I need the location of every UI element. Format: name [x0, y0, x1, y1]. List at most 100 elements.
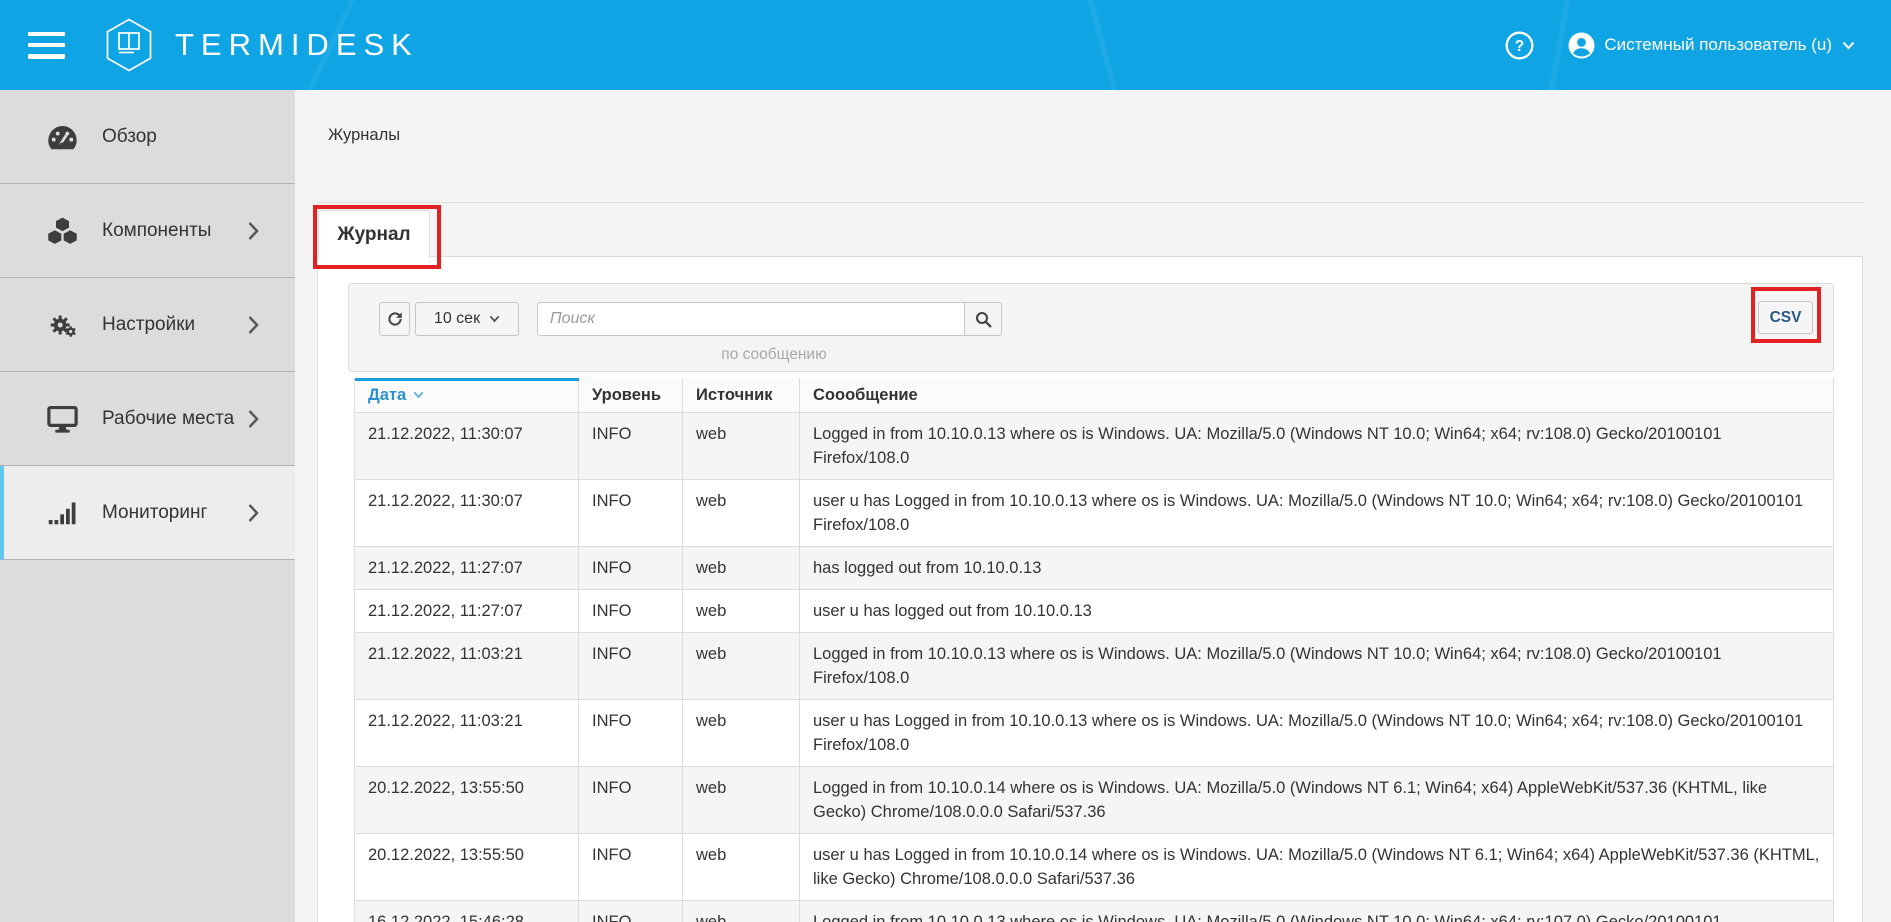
user-menu[interactable]: Системный пользователь (u) [1568, 32, 1855, 59]
log-source: web [683, 901, 800, 922]
log-message: Logged in from 10.10.0.13 where os is Wi… [800, 413, 1833, 479]
sidebar-item-label: Мониторинг [102, 502, 207, 524]
table-row: 21.12.2022, 11:03:21 INFO web Logged in … [355, 633, 1833, 700]
brand-wordmark: TERMIDESK [175, 27, 419, 63]
user-avatar-icon [1568, 32, 1595, 59]
table-row: 21.12.2022, 11:27:07 INFO web user u has… [355, 590, 1833, 633]
termidesk-logo-icon [105, 18, 153, 72]
sidebar-item-settings[interactable]: Настройки [0, 278, 295, 372]
log-message: Logged in from 10.10.0.14 where os is Wi… [800, 767, 1833, 833]
log-date: 20.12.2022, 13:55:50 [355, 834, 579, 900]
sidebar: Обзор Компоненты [0, 90, 295, 922]
table-row: 21.12.2022, 11:30:07 INFO web user u has… [355, 480, 1833, 547]
search-input[interactable] [537, 302, 965, 336]
table-row: 21.12.2022, 11:30:07 INFO web Logged in … [355, 413, 1833, 480]
log-date: 21.12.2022, 11:27:07 [355, 590, 579, 632]
search-button[interactable] [965, 302, 1002, 336]
table-body: 21.12.2022, 11:30:07 INFO web Logged in … [355, 413, 1833, 922]
log-source: web [683, 480, 800, 546]
log-date: 21.12.2022, 11:27:07 [355, 547, 579, 589]
column-header-level[interactable]: Уровень [579, 378, 683, 412]
log-source: web [683, 590, 800, 632]
sort-indicator-bar [355, 378, 579, 381]
log-message: has logged out from 10.10.0.13 [800, 547, 1833, 589]
log-source: web [683, 767, 800, 833]
sidebar-item-components[interactable]: Компоненты [0, 184, 295, 278]
sidebar-item-label: Обзор [102, 126, 157, 148]
sidebar-item-monitoring[interactable]: Мониторинг [0, 466, 295, 560]
hamburger-menu-icon[interactable] [28, 32, 65, 59]
table-header-row: Дата Уровень Источник Соообщение [355, 378, 1833, 413]
gauge-icon [44, 124, 80, 150]
log-source: web [683, 547, 800, 589]
sidebar-item-label: Компоненты [102, 220, 211, 242]
sidebar-item-label: Рабочие места [102, 408, 234, 430]
journal-card: 10 сек по сообщению CSV Дата Уровень [317, 257, 1863, 922]
table-row: 20.12.2022, 13:55:50 INFO web user u has… [355, 834, 1833, 901]
log-message: user u has logged out from 10.10.0.13 [800, 590, 1833, 632]
question-glyph: ? [1515, 38, 1524, 55]
log-source: web [683, 413, 800, 479]
toolbar-panel: 10 сек по сообщению CSV [348, 283, 1834, 372]
log-source: web [683, 633, 800, 699]
sidebar-item-label: Настройки [102, 314, 195, 336]
table-row: 21.12.2022, 11:27:07 INFO web has logged… [355, 547, 1833, 590]
log-date: 21.12.2022, 11:03:21 [355, 633, 579, 699]
log-date: 16.12.2022, 15:46:28 [355, 901, 579, 922]
table-row: 16.12.2022, 15:46:28 INFO web Logged in … [355, 901, 1833, 922]
chevron-right-icon [248, 221, 259, 240]
interval-value: 10 сек [434, 310, 480, 328]
signal-bars-icon [44, 500, 80, 525]
log-date: 21.12.2022, 11:30:07 [355, 480, 579, 546]
log-level: INFO [579, 834, 683, 900]
refresh-icon [387, 311, 403, 327]
chevron-down-icon [489, 315, 500, 323]
log-source: web [683, 700, 800, 766]
gears-icon [44, 311, 80, 339]
log-level: INFO [579, 700, 683, 766]
log-level: INFO [579, 901, 683, 922]
log-level: INFO [579, 413, 683, 479]
log-level: INFO [579, 767, 683, 833]
log-message: user u has Logged in from 10.10.0.13 whe… [800, 700, 1833, 766]
chevron-right-icon [248, 315, 259, 334]
chevron-right-icon [248, 409, 259, 428]
help-button[interactable]: ? [1505, 31, 1534, 60]
table-row: 21.12.2022, 11:03:21 INFO web user u has… [355, 700, 1833, 767]
chevron-down-icon [1842, 41, 1855, 50]
tab-journal[interactable]: Журнал [318, 210, 430, 258]
sidebar-item-workplaces[interactable]: Рабочие места [0, 372, 295, 466]
magnifier-icon [975, 311, 992, 328]
table-row: 20.12.2022, 13:55:50 INFO web Logged in … [355, 767, 1833, 834]
csv-export-button[interactable]: CSV [1758, 301, 1813, 334]
top-header: TERMIDESK ? Системный пользователь (u) [0, 0, 1891, 90]
refresh-interval-select[interactable]: 10 сек [415, 302, 519, 336]
sidebar-item-overview[interactable]: Обзор [0, 90, 295, 184]
column-header-source[interactable]: Источник [683, 378, 800, 412]
log-date: 21.12.2022, 11:30:07 [355, 413, 579, 479]
column-header-message[interactable]: Соообщение [800, 378, 1833, 412]
log-message: user u has Logged in from 10.10.0.14 whe… [800, 834, 1833, 900]
search-hint: по сообщению [679, 346, 869, 364]
refresh-button[interactable] [379, 302, 410, 336]
tab-strip [317, 202, 1863, 257]
sort-caret-icon [413, 391, 424, 399]
log-level: INFO [579, 547, 683, 589]
cubes-icon [44, 217, 80, 245]
log-level: INFO [579, 480, 683, 546]
breadcrumb: Журналы [328, 126, 400, 145]
log-level: INFO [579, 633, 683, 699]
user-name: Системный пользователь (u) [1604, 35, 1832, 55]
chevron-right-icon [248, 503, 259, 522]
log-message: user u has Logged in from 10.10.0.13 whe… [800, 480, 1833, 546]
log-table: Дата Уровень Источник Соообщение 21.12.2… [354, 378, 1834, 922]
desktop-icon [44, 405, 80, 433]
app-root: TERMIDESK ? Системный пользователь (u) [0, 0, 1891, 922]
column-header-date[interactable]: Дата [355, 378, 579, 412]
log-date: 20.12.2022, 13:55:50 [355, 767, 579, 833]
log-message: Logged in from 10.10.0.13 where os is Wi… [800, 901, 1833, 922]
log-date: 21.12.2022, 11:03:21 [355, 700, 579, 766]
log-level: INFO [579, 590, 683, 632]
log-source: web [683, 834, 800, 900]
log-message: Logged in from 10.10.0.13 where os is Wi… [800, 633, 1833, 699]
